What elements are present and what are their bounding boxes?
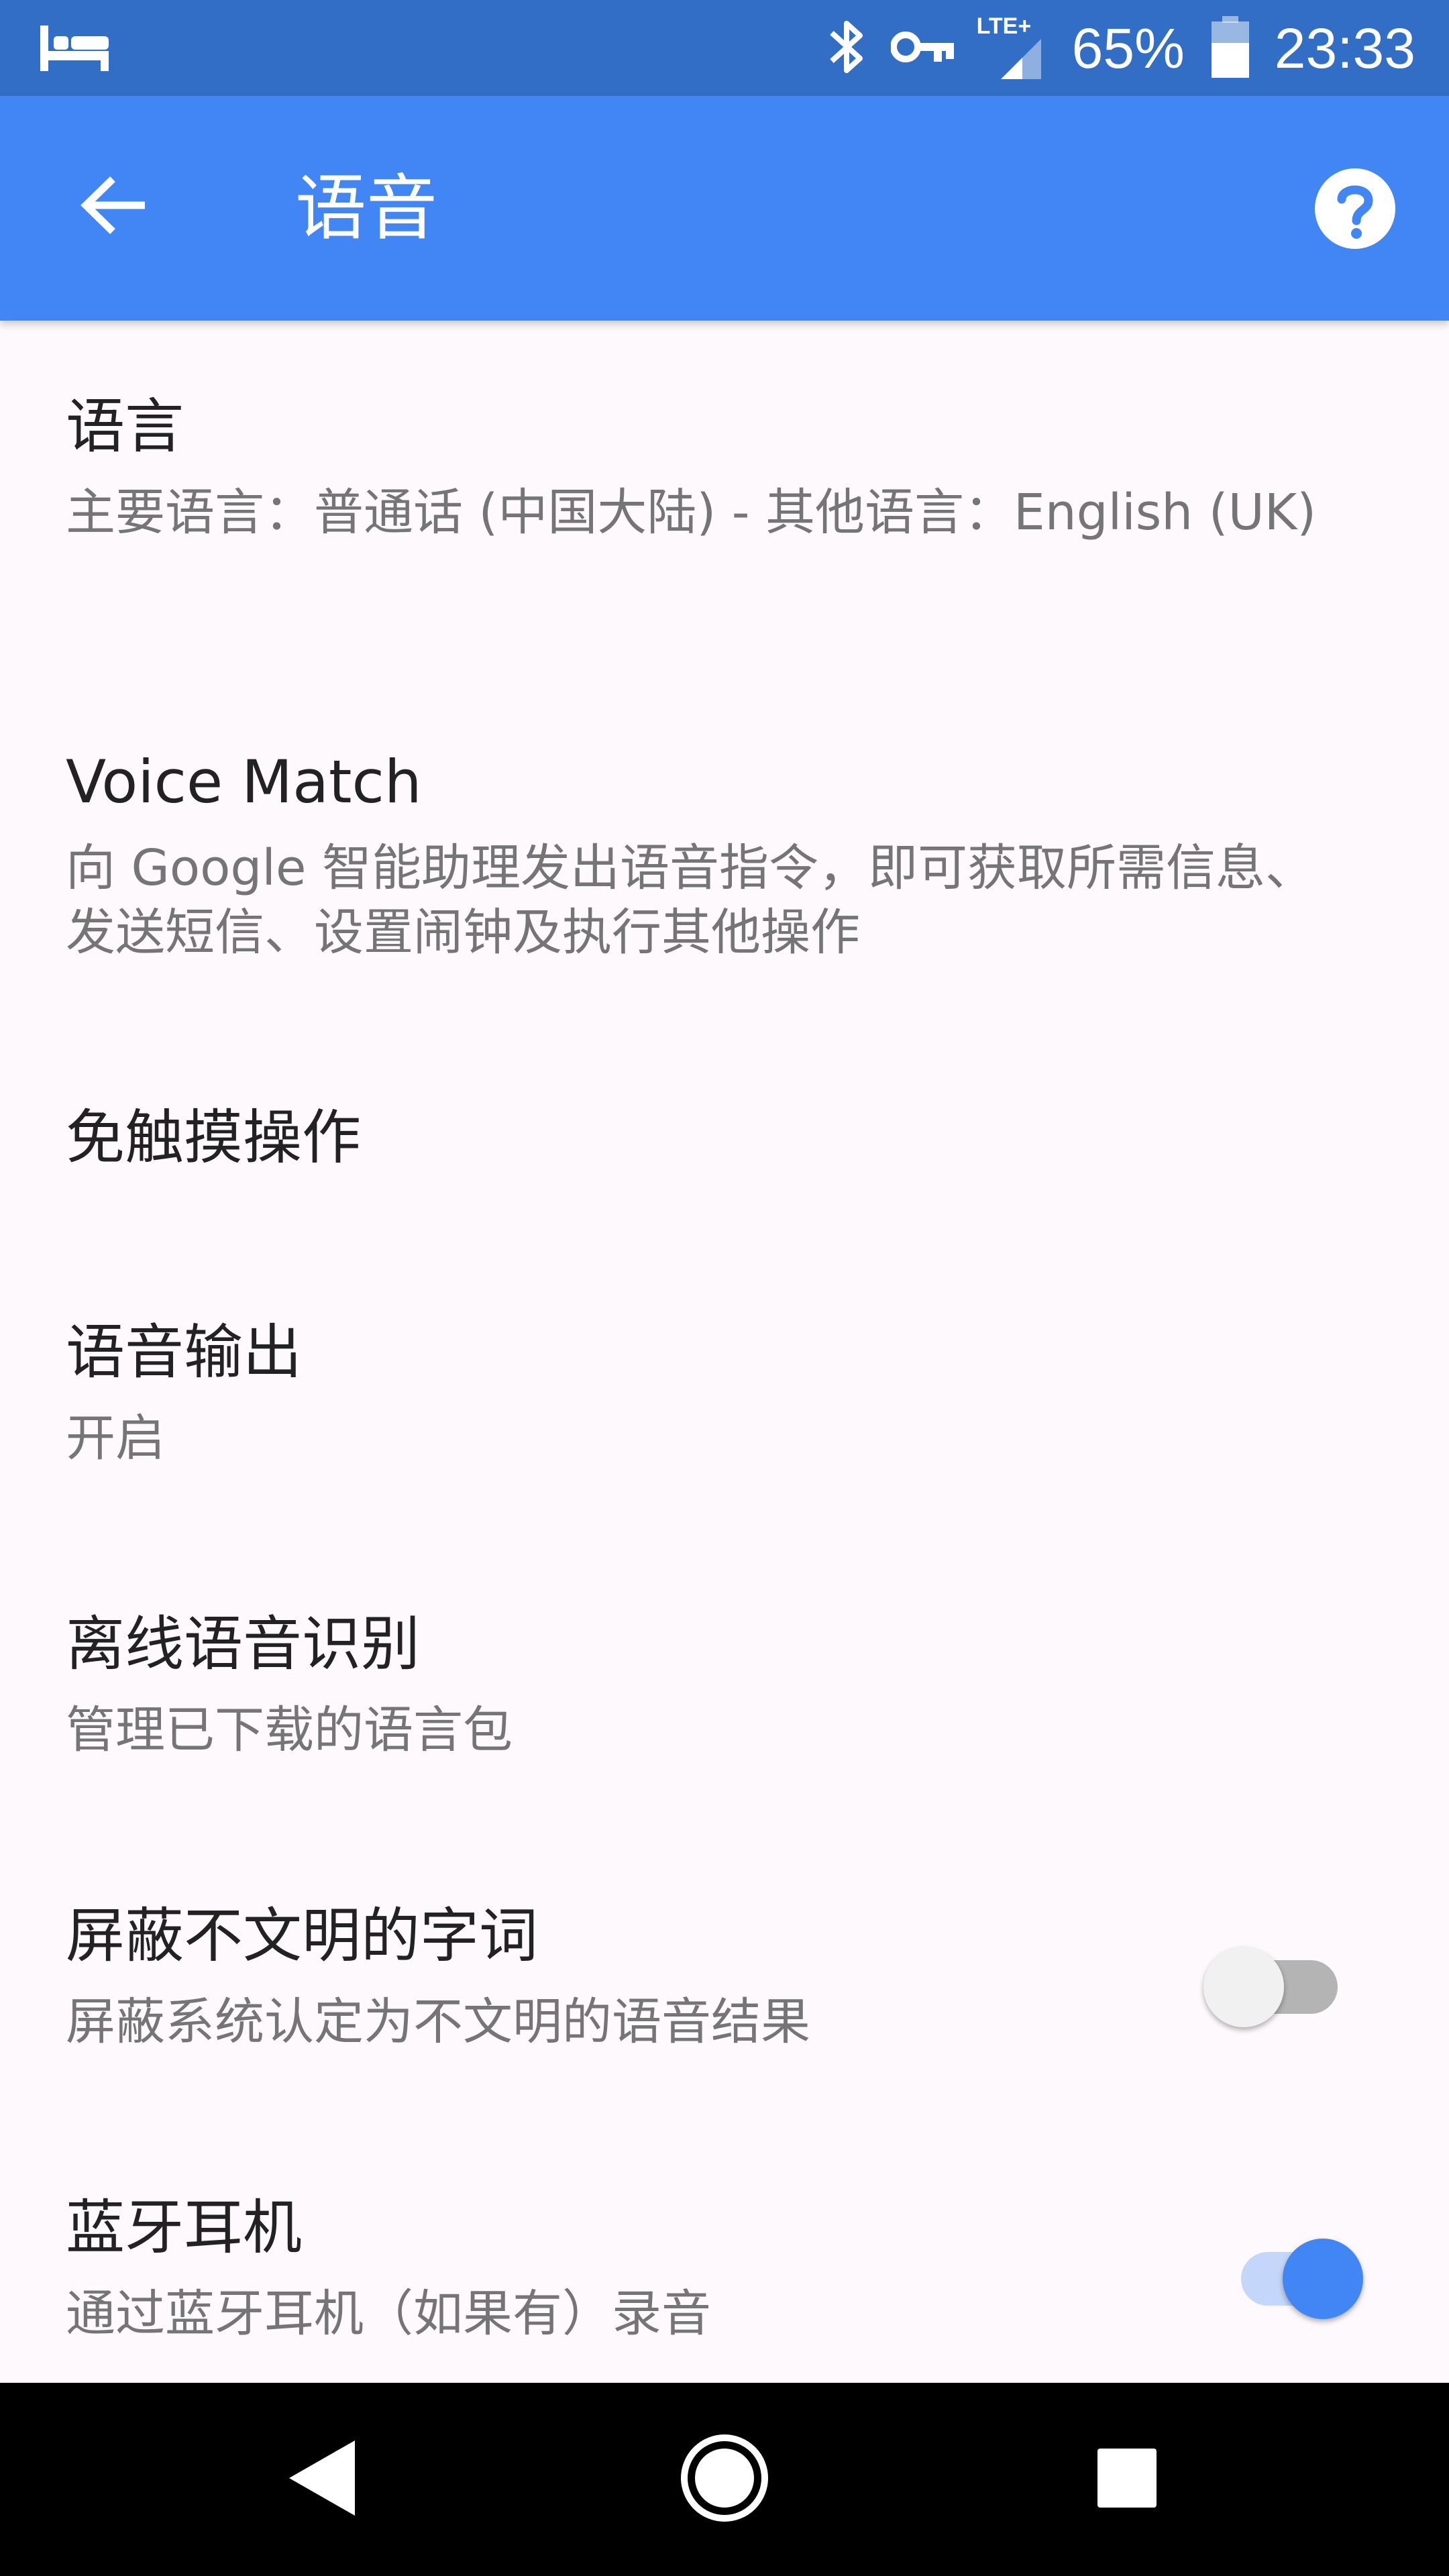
setting-title: 蓝牙耳机 — [66, 2193, 303, 2262]
setting-title: 免触摸操作 — [66, 1103, 362, 1172]
setting-title: 语言 — [66, 392, 184, 461]
switch-thumb — [1203, 1947, 1284, 2027]
setting-voice-output[interactable]: 语音输出 开启 — [0, 1246, 1449, 1538]
home-circle-icon — [679, 2432, 770, 2526]
clock: 23:33 — [1274, 16, 1415, 80]
help-icon — [1313, 167, 1397, 253]
setting-summary: 主要语言：普通话 (中国大陆) - 其他语言：English (UK) — [66, 484, 1317, 541]
switch-thumb — [1283, 2239, 1363, 2319]
help-button[interactable] — [1308, 163, 1402, 257]
battery-icon — [1210, 15, 1250, 82]
setting-language[interactable]: 语言 主要语言：普通话 (中国大陆) - 其他语言：English (UK) — [0, 321, 1449, 676]
navigation-bar — [0, 2383, 1449, 2576]
setting-title: 离线语音识别 — [66, 1609, 421, 1678]
setting-title: Voice Match — [66, 747, 422, 816]
app-bar: 语音 — [0, 96, 1449, 321]
setting-title: 屏蔽不文明的字词 — [66, 1901, 539, 1970]
setting-summary: 开启 — [66, 1409, 165, 1467]
setting-summary: 向 Google 智能助理发出语音指令，即可获取所需信息、发送短信、设置闹钟及执… — [66, 839, 1315, 961]
setting-summary: 通过蓝牙耳机（如果有）录音 — [66, 2285, 711, 2343]
setting-block-offensive[interactable]: 屏蔽不文明的字词 屏蔽系统认定为不文明的语音结果 — [0, 1830, 1449, 2122]
setting-voice-match[interactable]: Voice Match 向 Google 智能助理发出语音指令，即可获取所需信息… — [0, 676, 1449, 1032]
lte-signal-icon: LTE+ — [977, 13, 1048, 82]
back-button[interactable] — [60, 163, 168, 250]
status-bar: LTE+ 65% 23:33 — [0, 0, 1449, 96]
battery-percent: 65% — [1071, 16, 1185, 80]
bluetooth-headset-switch[interactable] — [1229, 2224, 1363, 2319]
setting-offline-speech[interactable]: 离线语音识别 管理已下载的语言包 — [0, 1538, 1449, 1830]
back-triangle-icon — [285, 2438, 359, 2521]
nav-back-button[interactable] — [262, 2419, 382, 2540]
bluetooth-icon — [828, 17, 865, 80]
sleep-mode-icon — [38, 21, 111, 75]
setting-hands-free[interactable]: 免触摸操作 — [0, 1032, 1449, 1246]
arrow-back-icon — [79, 175, 149, 238]
setting-bluetooth-headset[interactable]: 蓝牙耳机 通过蓝牙耳机（如果有）录音 — [0, 2122, 1449, 2383]
nav-recents-button[interactable] — [1067, 2419, 1187, 2540]
block-offensive-switch[interactable] — [1203, 1932, 1350, 2027]
recents-square-icon — [1095, 2446, 1159, 2513]
setting-summary: 屏蔽系统认定为不文明的语音结果 — [66, 1993, 810, 2051]
setting-title: 语音输出 — [66, 1318, 303, 1387]
nav-home-button[interactable] — [664, 2419, 785, 2540]
setting-summary: 管理已下载的语言包 — [66, 1701, 513, 1759]
page-title: 语音 — [295, 167, 437, 250]
vpn-key-icon — [890, 28, 955, 68]
